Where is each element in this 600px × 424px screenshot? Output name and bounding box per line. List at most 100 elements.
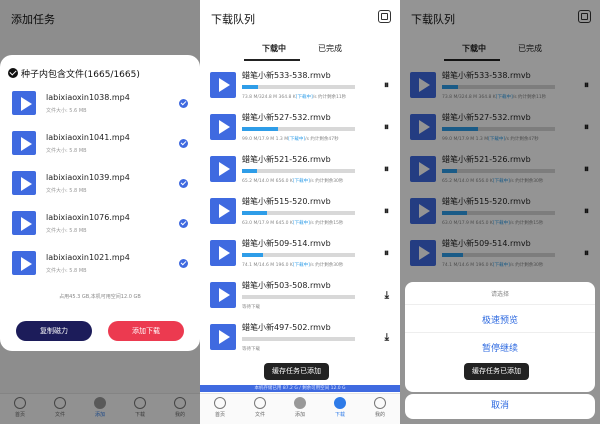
- fast-preview-option[interactable]: 极速预览: [405, 313, 595, 326]
- status-eta: /s 约计剩余11秒: [312, 95, 347, 100]
- video-icon: [12, 91, 36, 115]
- download-item[interactable]: 蜡笔小新533-538.rmvb 73.8 M/324.8 M 364.8 K[下…: [200, 64, 400, 106]
- video-icon: [12, 211, 36, 235]
- pause-icon[interactable]: ⏸: [384, 206, 389, 217]
- nav-home[interactable]: 首页: [200, 397, 240, 418]
- download-item[interactable]: 蜡笔小新515-520.rmvb 63.0 M/17.9 M 645.0 K[下载…: [200, 190, 400, 232]
- checked-icon[interactable]: [179, 139, 188, 148]
- nav-download-icon: [334, 397, 346, 409]
- progress-fill: [242, 85, 258, 89]
- video-icon: [12, 251, 36, 275]
- nav-files[interactable]: 文件: [240, 397, 280, 418]
- checked-icon[interactable]: [179, 259, 188, 268]
- status-size: 74.1 M/14.6 M 196.0 K: [242, 263, 293, 268]
- item-status: 63.0 M/17.9 M 645.0 K[下载中]/s 约计剩余15秒: [242, 220, 343, 226]
- nav-add-icon: [294, 397, 306, 409]
- toast: 缓存任务已添加: [464, 363, 529, 380]
- checked-icon[interactable]: [179, 219, 188, 228]
- status-size: 等待下载: [242, 305, 260, 310]
- tab-bar: 下载中 已完成: [200, 40, 400, 61]
- bottom-nav: 首页 文件 添加 下载 我的: [200, 393, 400, 424]
- download-item[interactable]: 蜡笔小新497-502.rmvb 等待下载 ⤓: [200, 316, 400, 358]
- item-status: 65.2 M/14.0 M 656.0 K[下载中]/s 约计剩余30秒: [242, 178, 343, 184]
- download-icon[interactable]: ⤓: [385, 332, 389, 343]
- status-eta: /s 约计剩余30秒: [309, 179, 344, 184]
- progress-bar: [242, 337, 355, 341]
- page-title: 下载队列: [211, 13, 255, 26]
- status-size: 63.0 M/17.9 M 645.0 K: [242, 221, 293, 226]
- file-item[interactable]: labixiaoxin1039.mp4 文件大小: 5.8 MB: [0, 165, 200, 205]
- tab-done[interactable]: 已完成: [318, 43, 342, 54]
- nav-files-label: 文件: [254, 412, 265, 418]
- pause-icon[interactable]: ⏸: [384, 164, 389, 175]
- progress-bar: [242, 253, 355, 257]
- checked-icon[interactable]: [179, 179, 188, 188]
- tab-downloading[interactable]: 下载中: [262, 43, 286, 54]
- dialog-title-text: 种子内包含文件(1665/1665): [21, 70, 140, 80]
- download-item[interactable]: 蜡笔小新509-514.rmvb 74.1 M/14.6 M 196.0 K[下载…: [200, 232, 400, 274]
- download-queue-panel: 下载队列 下载中 已完成 蜡笔小新533-538.rmvb 73.8 M/324.…: [200, 0, 400, 424]
- item-name: 蜡笔小新521-526.rmvb: [242, 155, 331, 164]
- nav-download[interactable]: 下载: [320, 397, 360, 418]
- video-icon: [210, 156, 236, 182]
- file-size: 文件大小: 5.8 MB: [46, 188, 87, 194]
- item-status: 等待下载: [242, 304, 260, 310]
- file-item[interactable]: labixiaoxin1038.mp4 文件大小: 5.6 MB: [0, 85, 200, 125]
- status-state: [下载中]: [288, 137, 306, 142]
- item-name: 蜡笔小新503-508.rmvb: [242, 281, 331, 290]
- file-name: labixiaoxin1076.mp4: [46, 213, 130, 222]
- pause-icon[interactable]: ⏸: [384, 248, 389, 259]
- nav-add[interactable]: 添加: [280, 397, 320, 418]
- nav-download-label: 下载: [334, 412, 345, 418]
- dialog-title[interactable]: 种子内包含文件(1665/1665): [8, 67, 140, 80]
- file-name: labixiaoxin1041.mp4: [46, 133, 130, 142]
- status-eta: /s 约计剩余15秒: [309, 221, 344, 226]
- file-name: labixiaoxin1038.mp4: [46, 93, 130, 102]
- file-size: 文件大小: 5.8 MB: [46, 228, 87, 234]
- status-size: 65.2 M/14.0 M 656.0 K: [242, 179, 293, 184]
- item-name: 蜡笔小新515-520.rmvb: [242, 197, 331, 206]
- pause-resume-option[interactable]: 暂停继续: [405, 341, 595, 354]
- progress-bar: [242, 211, 355, 215]
- download-icon[interactable]: ⤓: [385, 290, 389, 301]
- progress-fill: [242, 127, 279, 131]
- download-item[interactable]: 蜡笔小新503-508.rmvb 等待下载 ⤓: [200, 274, 400, 316]
- select-all-check-icon[interactable]: [8, 68, 18, 78]
- progress-fill: [242, 253, 264, 257]
- status-eta: /s 约计剩余30秒: [309, 263, 344, 268]
- progress-fill: [242, 211, 267, 215]
- progress-bar: [242, 85, 355, 89]
- file-size: 文件大小: 5.8 MB: [46, 148, 87, 154]
- pause-icon[interactable]: ⏸: [384, 80, 389, 91]
- status-eta: /s 约计剩余47秒: [305, 137, 339, 142]
- item-name: 蜡笔小新527-532.rmvb: [242, 113, 331, 122]
- copy-magnet-button[interactable]: 复制磁力: [16, 321, 92, 341]
- item-status: 74.1 M/14.6 M 196.0 K[下载中]/s 约计剩余30秒: [242, 262, 343, 268]
- add-download-button[interactable]: 添加下载: [108, 321, 184, 341]
- progress-bar: [242, 169, 355, 173]
- progress-bar: [242, 295, 355, 299]
- cancel-button[interactable]: 取消: [405, 394, 595, 419]
- status-size: 73.8 M/324.8 M 364.8 K: [242, 95, 296, 100]
- file-item[interactable]: labixiaoxin1041.mp4 文件大小: 5.8 MB: [0, 125, 200, 165]
- nav-mine[interactable]: 我的: [360, 397, 400, 418]
- download-item[interactable]: 蜡笔小新521-526.rmvb 65.2 M/14.0 M 656.0 K[下载…: [200, 148, 400, 190]
- video-icon: [210, 240, 236, 266]
- nav-home-label: 首页: [214, 412, 225, 418]
- copy-icon[interactable]: [378, 10, 391, 23]
- status-state: [下载中]: [292, 263, 310, 268]
- pause-icon[interactable]: ⏸: [384, 122, 389, 133]
- download-item[interactable]: 蜡笔小新527-532.rmvb 99.0 M/17.9 M 1.3 M[下载中]…: [200, 106, 400, 148]
- tab-indicator: [244, 59, 300, 61]
- file-name: labixiaoxin1021.mp4: [46, 253, 130, 262]
- file-name: labixiaoxin1039.mp4: [46, 173, 130, 182]
- file-item[interactable]: labixiaoxin1076.mp4 文件大小: 5.8 MB: [0, 205, 200, 245]
- item-name: 蜡笔小新497-502.rmvb: [242, 323, 331, 332]
- item-status: 99.0 M/17.9 M 1.3 M[下载中]/s 约计剩余47秒: [242, 136, 339, 142]
- download-queue-action-panel: 下载队列 下载中 已完成 蜡笔小新533-538.rmvb 73.8 M/324.…: [400, 0, 600, 424]
- file-item[interactable]: labixiaoxin1021.mp4 文件大小: 5.8 MB: [0, 245, 200, 285]
- status-size: 99.0 M/17.9 M 1.3 M: [242, 137, 289, 142]
- nav-home-icon: [214, 397, 226, 409]
- checked-icon[interactable]: [179, 99, 188, 108]
- nav-mine-icon: [374, 397, 386, 409]
